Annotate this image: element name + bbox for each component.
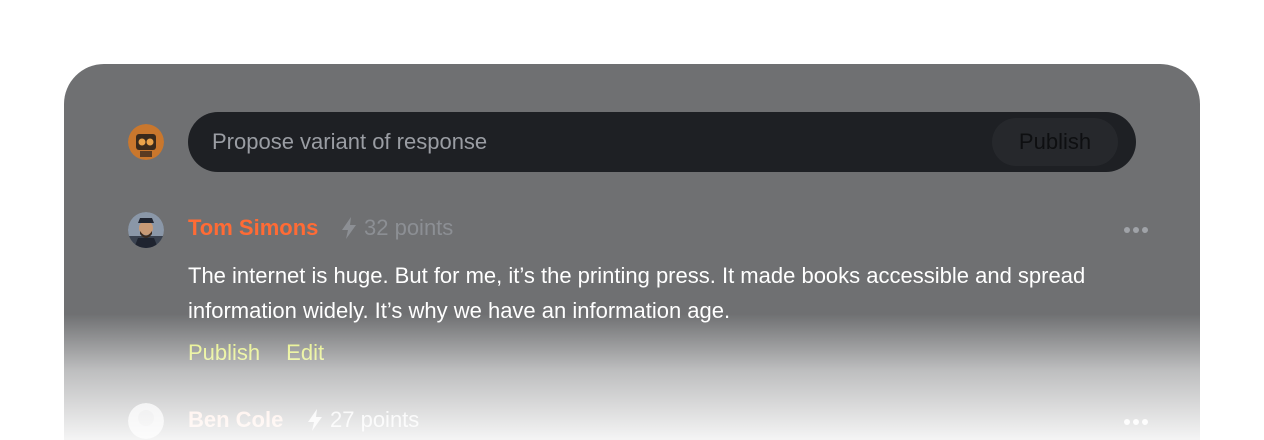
comment-edit-link[interactable]: Edit [286, 340, 324, 366]
publish-button[interactable]: Publish [992, 118, 1118, 166]
more-dots-icon[interactable] [1124, 227, 1148, 233]
comment-author-avatar[interactable] [128, 403, 164, 439]
current-user-avatar [128, 124, 164, 160]
response-input[interactable] [212, 127, 972, 157]
comment-actions: Publish Edit [188, 340, 324, 366]
comments-panel: Publish Tom Simons 32 points The interne… [64, 64, 1200, 440]
comment-points: 32 points [340, 217, 453, 239]
comment-publish-link[interactable]: Publish [188, 340, 260, 366]
comment-points-label: 27 points [330, 407, 420, 432]
comment-author-name[interactable]: Tom Simons [188, 217, 318, 239]
comment-points: 27 points [306, 409, 419, 431]
comment-points-label: 32 points [364, 215, 454, 240]
lightning-bolt-icon [342, 217, 356, 239]
response-composer: Publish [188, 112, 1136, 172]
more-dots-icon[interactable] [1124, 419, 1148, 425]
comment-author-avatar[interactable] [128, 212, 164, 248]
lightning-bolt-icon [308, 409, 322, 431]
comment-text: The internet is huge. But for me, it’s t… [188, 263, 1086, 323]
comment-author-name[interactable]: Ben Cole [188, 409, 283, 431]
